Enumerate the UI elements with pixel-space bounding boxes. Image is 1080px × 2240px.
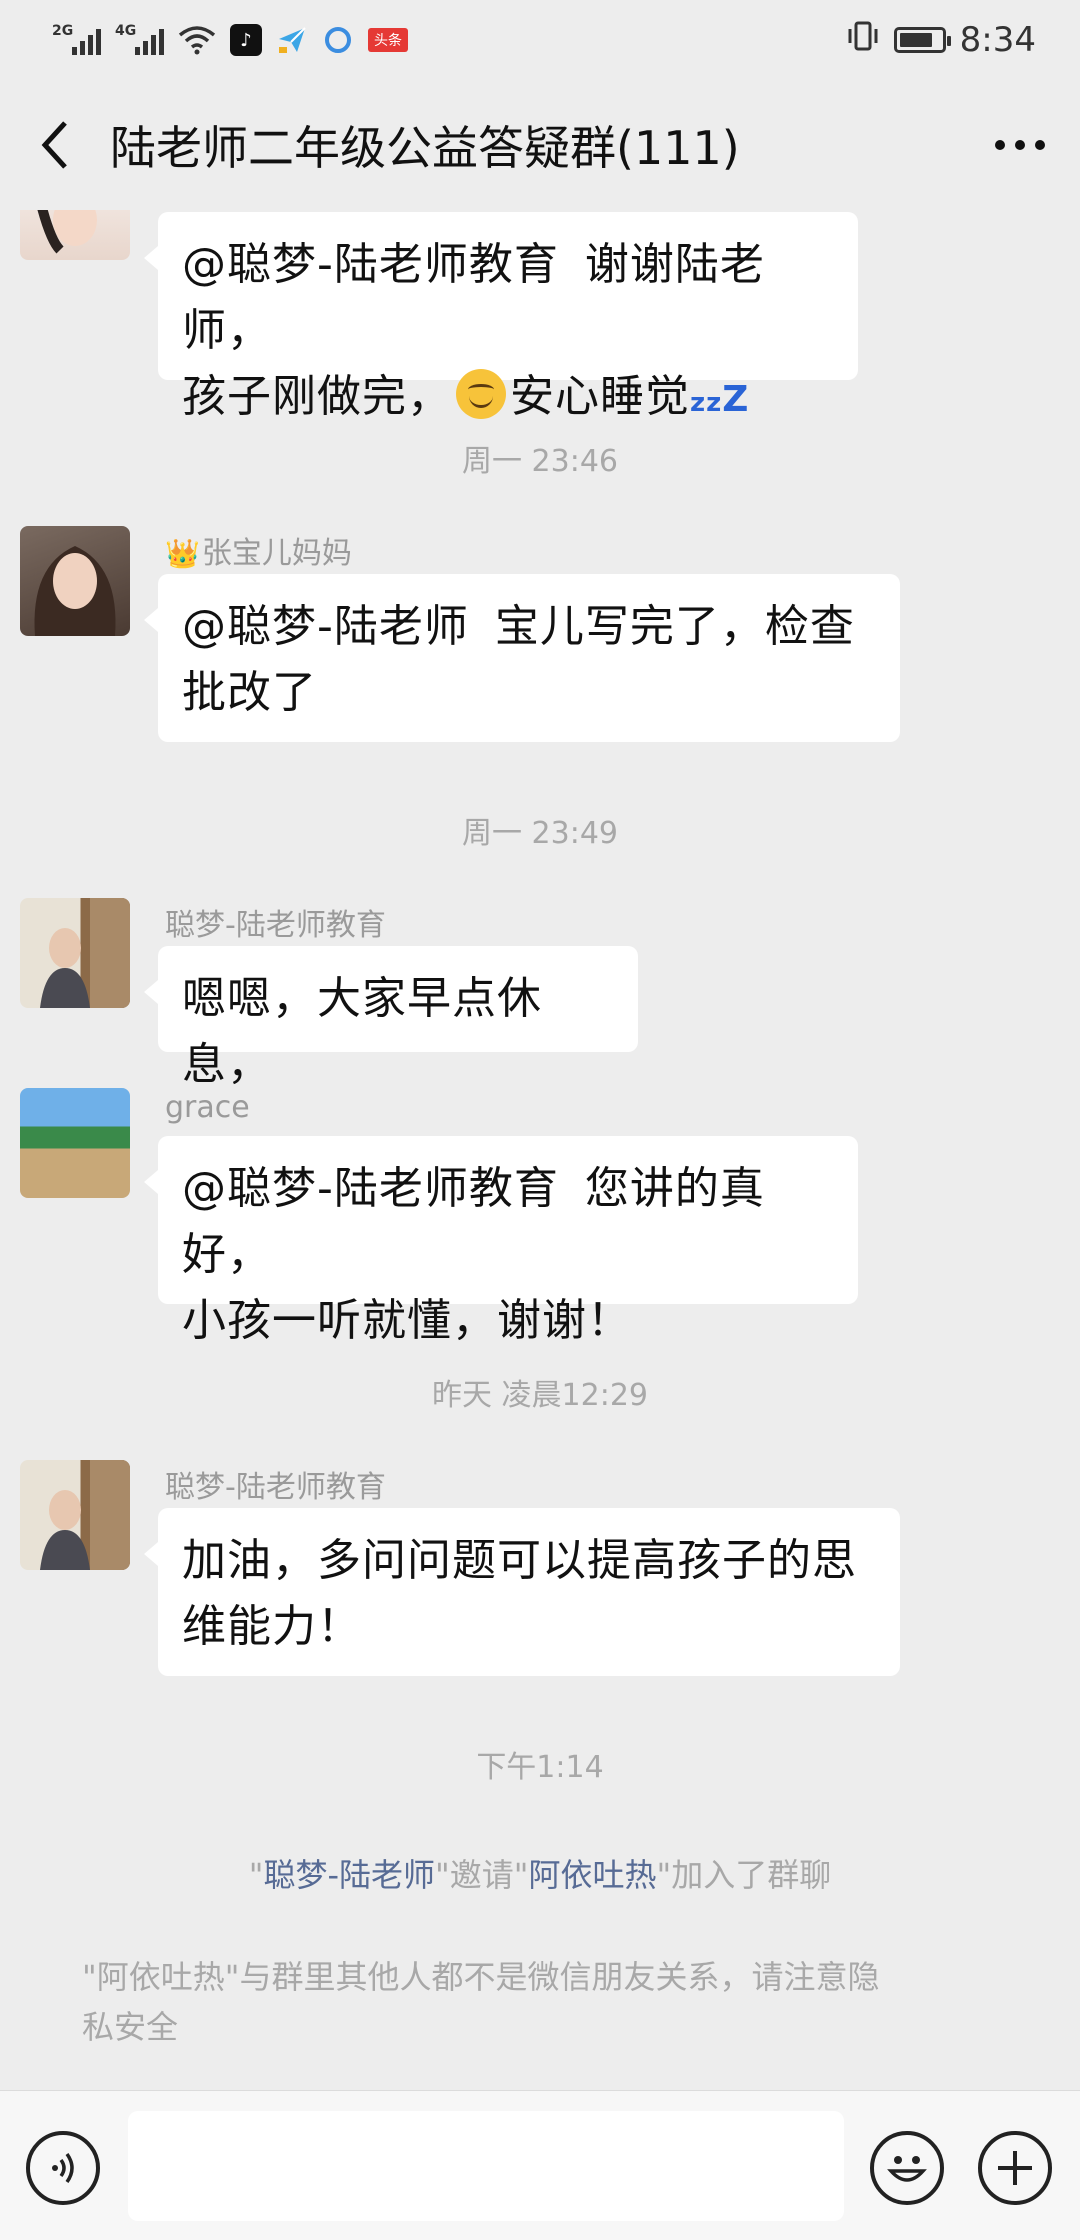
voice-icon (52, 2152, 74, 2184)
invitee-link[interactable]: 阿依吐热 (528, 1856, 656, 1894)
sender-name: grace (165, 1090, 250, 1125)
tiktok-icon: ♪ (230, 24, 262, 56)
timestamp: 周一 23:49 (462, 816, 618, 851)
status-bar-left: 2G 4G ♪ 头条 (52, 23, 408, 56)
chat-title: 陆老师二年级公益答疑群(111) (110, 121, 740, 175)
message-input[interactable] (128, 2111, 844, 2221)
message-bubble[interactable]: @聪梦-陆老师教育 您讲的真好， 小孩一听就懂，谢谢！ (144, 1136, 858, 1346)
status-time: 8:34 (959, 20, 1036, 60)
timestamp: 下午1:14 (476, 1750, 604, 1785)
chat-header: 陆老师二年级公益答疑群(111) (0, 80, 1080, 210)
timestamp: 昨天 凌晨12:29 (432, 1378, 648, 1413)
battery-icon (893, 27, 951, 53)
avatar[interactable] (20, 1460, 130, 1570)
avatar[interactable] (20, 1088, 130, 1198)
paper-plane-icon (276, 24, 308, 56)
message-bubble[interactable]: @聪梦-陆老师 宝儿写完了，检查 批改了 (144, 574, 900, 742)
input-bar (0, 2090, 1080, 2240)
battery-fill (899, 33, 932, 47)
smile-emoji-icon (456, 369, 506, 419)
avatar[interactable] (20, 210, 130, 260)
timestamp: 周一 23:46 (462, 444, 618, 479)
chevron-left-icon (41, 121, 67, 169)
message-bubble[interactable]: 嗯嗯，大家早点休息， (144, 946, 638, 1090)
avatar[interactable] (20, 526, 130, 636)
status-bar: 2G 4G ♪ 头条 8:34 (0, 0, 1080, 80)
sender-name: 👑张宝儿妈妈 (165, 536, 352, 571)
sender-name: 聪梦-陆老师教育 (165, 908, 386, 943)
sim1-signal-icon: 2G (52, 23, 101, 55)
back-button[interactable] (0, 80, 110, 210)
more-dots-icon (995, 140, 1045, 150)
plus-button[interactable] (978, 2131, 1052, 2205)
sim2-signal-icon: 4G (115, 23, 164, 55)
crown-icon: 👑 (165, 537, 200, 570)
message-bubble[interactable]: @聪梦-陆老师教育 谢谢陆老师， 孩子刚做完， 安心睡觉zzZ (144, 212, 858, 422)
sender-name: 聪梦-陆老师教育 (165, 1470, 386, 1505)
emoji-icon (887, 2156, 927, 2182)
message-bubble[interactable]: 加油，多问问题可以提高孩子的思 维能力！ (144, 1508, 900, 1676)
system-privacy-notice: "阿依吐热"与群里其他人都不是微信朋友关系，请注意隐 私安全 (82, 1958, 880, 2046)
browser-icon (322, 24, 354, 56)
sleep-zzz-icon: zzZ (690, 379, 750, 420)
voice-button[interactable] (26, 2131, 100, 2205)
wifi-icon (178, 26, 216, 55)
system-invite-message: "聪梦-陆老师"邀请"阿依吐热"加入了群聊 (248, 1856, 832, 1894)
emoji-button[interactable] (870, 2131, 944, 2205)
plus-icon (998, 2151, 1032, 2185)
status-bar-right: 8:34 (846, 19, 1036, 61)
more-button[interactable] (960, 80, 1080, 210)
avatar[interactable] (20, 898, 130, 1008)
message-list[interactable]: @聪梦-陆老师教育 谢谢陆老师， 孩子刚做完， 安心睡觉zzZ 周一 23:46 👑… (0, 210, 1080, 2090)
vibrate-icon (846, 19, 880, 61)
inviter-link[interactable]: 聪梦-陆老师 (263, 1856, 435, 1894)
toutiao-icon: 头条 (368, 28, 408, 52)
